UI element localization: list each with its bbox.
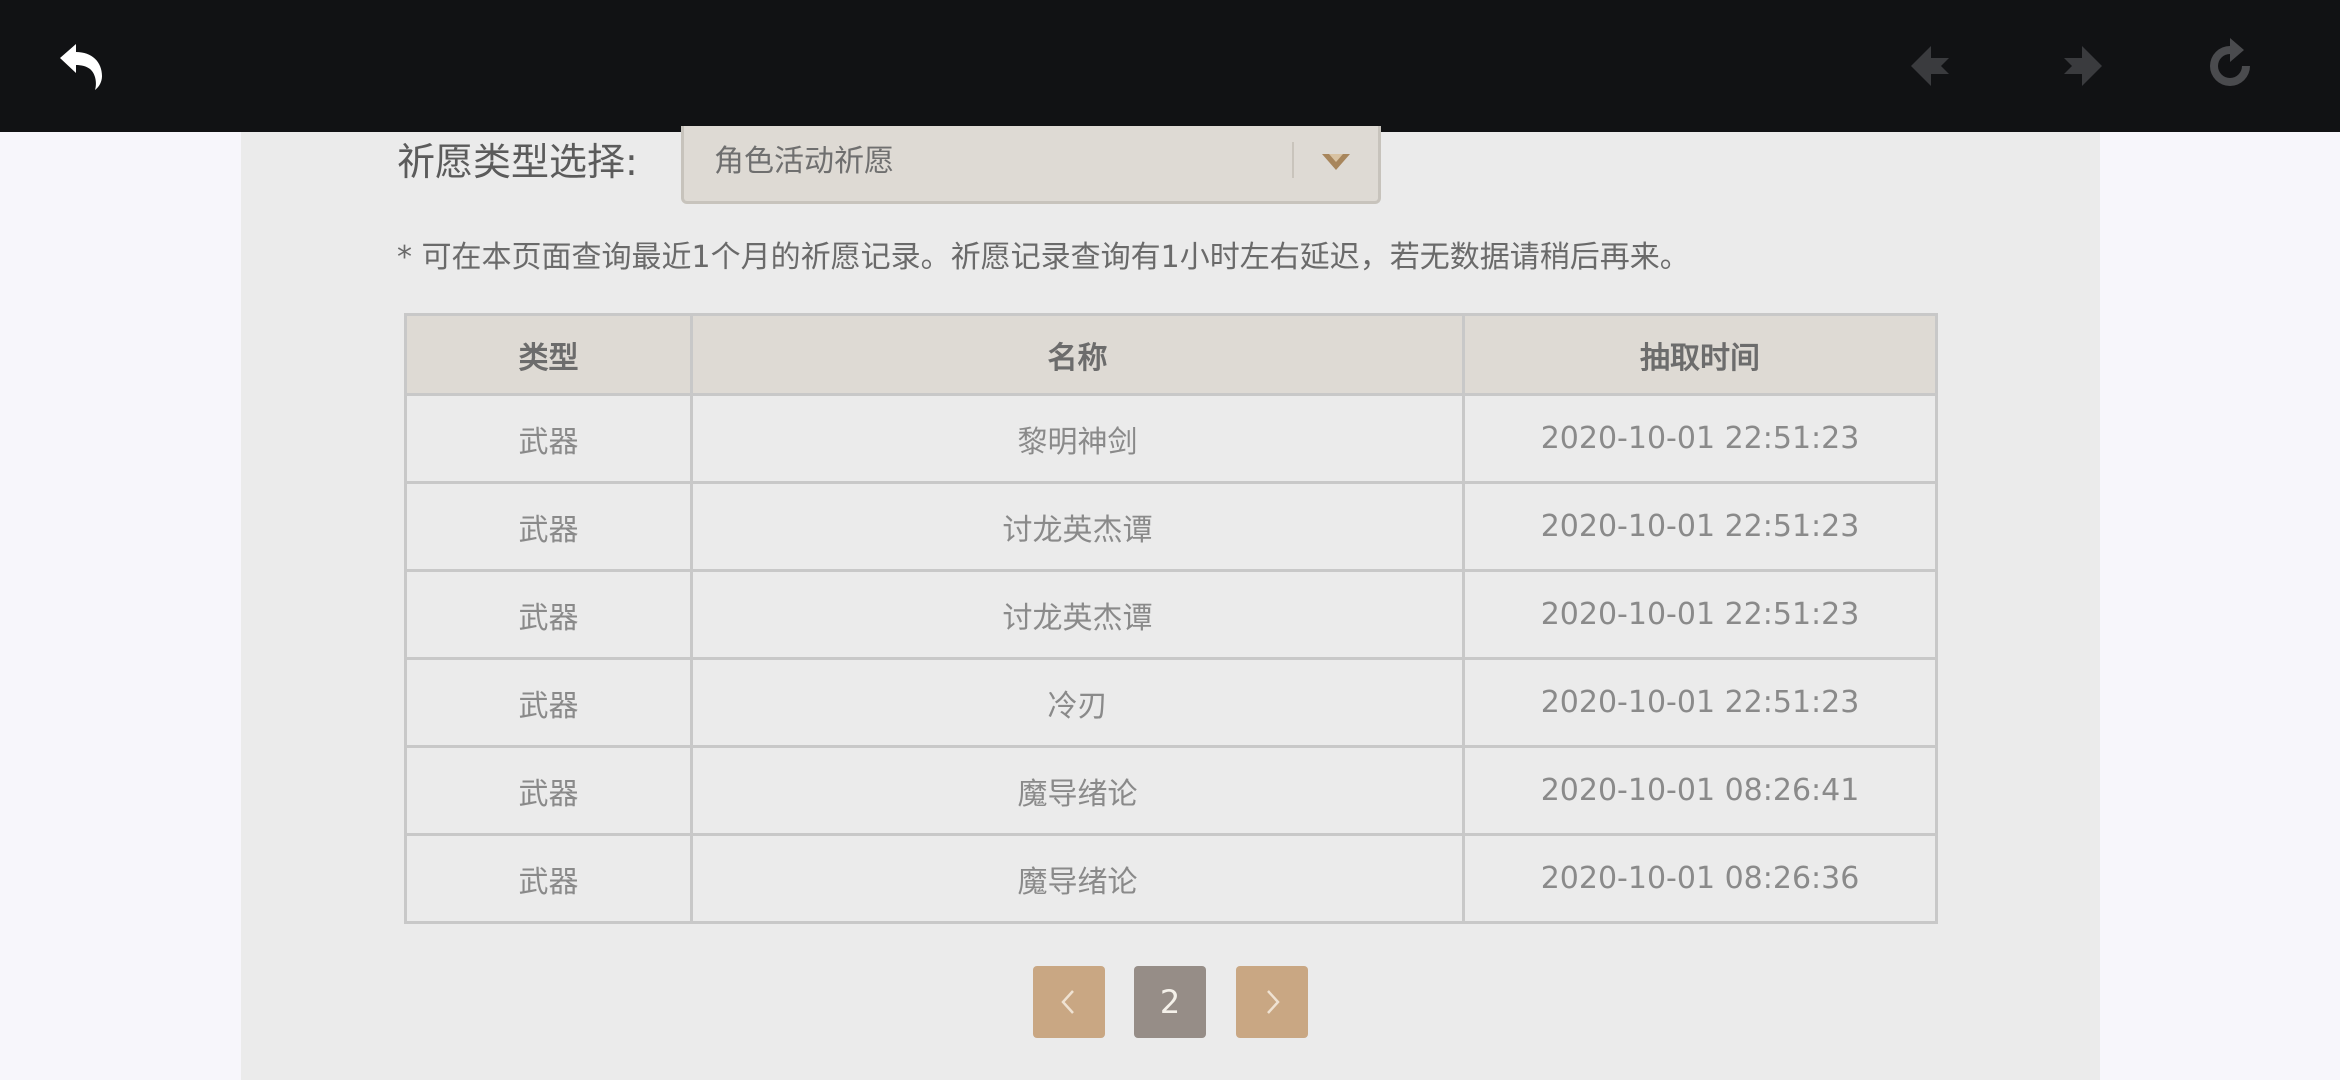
table-header-row: 类型 名称 抽取时间 [404,313,1938,396]
wish-type-selected-value: 角色活动祈愿 [714,144,894,179]
cell-type: 武器 [404,833,693,924]
back-icon[interactable] [52,36,112,96]
current-page-indicator[interactable]: 2 [1134,966,1206,1038]
table-row: 武器 冷刃 2020-10-01 22:51:23 [404,657,1938,748]
prev-page-button[interactable] [1033,966,1105,1038]
next-arrow-icon[interactable] [2050,36,2110,96]
next-page-button[interactable] [1236,966,1308,1038]
table-row: 武器 魔导绪论 2020-10-01 08:26:41 [404,745,1938,836]
table-row: 武器 魔导绪论 2020-10-01 08:26:36 [404,833,1938,924]
cell-name: 黎明神剑 [690,393,1465,484]
cell-type: 武器 [404,481,693,572]
table-row: 武器 讨龙英杰谭 2020-10-01 22:51:23 [404,569,1938,660]
select-divider [1292,142,1294,178]
cell-type: 武器 [404,569,693,660]
cell-name: 魔导绪论 [690,745,1465,836]
header-name: 名称 [690,313,1465,396]
cell-type: 武器 [404,393,693,484]
content-panel: 祈愿类型选择: 角色活动祈愿 * 可在本页面查询最近1个月的祈愿记录。祈愿记录查… [241,126,2100,1080]
wish-type-label: 祈愿类型选择: [397,140,638,184]
cell-time: 2020-10-01 08:26:36 [1462,833,1938,924]
chevron-right-icon [1267,990,1280,1014]
header-time: 抽取时间 [1462,313,1938,396]
prev-arrow-icon[interactable] [1903,36,1963,96]
cell-time: 2020-10-01 22:51:23 [1462,393,1938,484]
cell-time: 2020-10-01 08:26:41 [1462,745,1938,836]
table-row: 武器 黎明神剑 2020-10-01 22:51:23 [404,393,1938,484]
cell-time: 2020-10-01 22:51:23 [1462,569,1938,660]
cell-time: 2020-10-01 22:51:23 [1462,481,1938,572]
cell-name: 魔导绪论 [690,833,1465,924]
cell-name: 冷刃 [690,657,1465,748]
chevron-left-icon [1061,990,1074,1014]
wish-history-table: 类型 名称 抽取时间 武器 黎明神剑 2020-10-01 22:51:23 武… [404,313,1938,924]
refresh-icon[interactable] [2200,36,2260,96]
cell-name: 讨龙英杰谭 [690,569,1465,660]
wish-type-select[interactable]: 角色活动祈愿 [681,126,1381,204]
query-notice: * 可在本页面查询最近1个月的祈愿记录。祈愿记录查询有1小时左右延迟，若无数据请… [397,240,1690,275]
header-type: 类型 [404,313,693,396]
table-row: 武器 讨龙英杰谭 2020-10-01 22:51:23 [404,481,1938,572]
cell-type: 武器 [404,657,693,748]
top-nav-bar [0,0,2340,132]
cell-type: 武器 [404,745,693,836]
cell-name: 讨龙英杰谭 [690,481,1465,572]
cell-time: 2020-10-01 22:51:23 [1462,657,1938,748]
chevron-down-icon[interactable] [1320,146,1352,178]
